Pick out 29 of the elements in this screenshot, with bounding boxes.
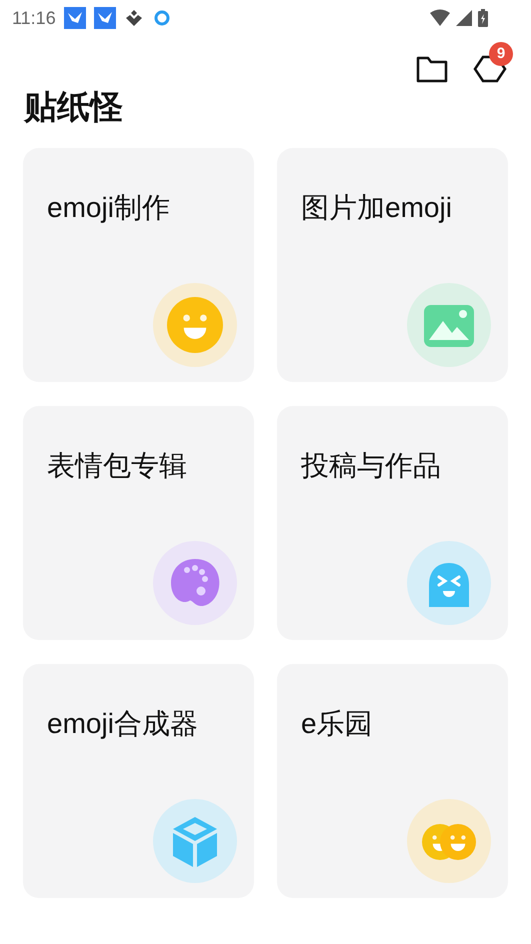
wifi-icon [429,9,451,27]
smileys-icon [407,799,491,883]
card-title: 图片加emoji [301,191,453,225]
card-title: emoji制作 [47,191,171,225]
diamond-icon [124,8,144,28]
cube-icon [153,799,237,883]
card-title: 表情包专辑 [47,449,188,483]
feature-card[interactable]: emoji制作 [23,148,254,382]
folder-icon[interactable] [415,54,449,84]
palette-icon [153,541,237,625]
ring-icon [152,8,172,28]
feature-card[interactable]: emoji合成器 [23,664,254,898]
card-title: 投稿与作品 [301,449,442,483]
bird-icon [94,7,116,29]
feature-card[interactable]: e乐园 [277,664,508,898]
clock: 11:16 [12,6,56,30]
bird-icon [64,7,86,29]
image-icon [407,283,491,367]
card-title: emoji合成器 [47,707,199,741]
smiley-icon [153,283,237,367]
feature-card[interactable]: 图片加emoji [277,148,508,382]
feature-card[interactable]: 表情包专辑 [23,406,254,640]
card-title: e乐园 [301,707,374,741]
notification-badge: 9 [489,42,513,66]
ghost-icon [407,541,491,625]
signal-icon [455,9,473,27]
app-title: 贴纸怪 [22,87,124,127]
feature-card[interactable]: 投稿与作品 [277,406,508,640]
battery-icon [477,8,489,28]
